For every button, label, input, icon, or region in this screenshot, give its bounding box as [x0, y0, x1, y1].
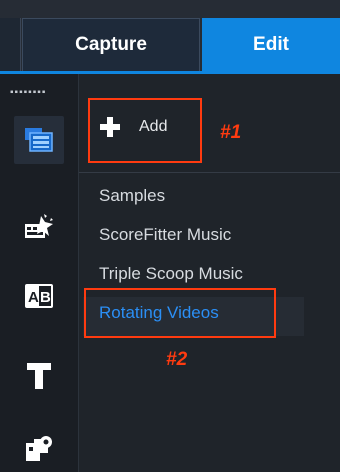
folder-item-scorefitter-music[interactable]: ScoreFitter Music — [79, 219, 340, 258]
tab-edit-label: Edit — [253, 33, 289, 55]
tab-previous-partial[interactable] — [0, 18, 21, 71]
transitions-icon — [25, 214, 53, 238]
svg-text:A: A — [28, 289, 39, 306]
drag-grip-icon[interactable]: ▪▪▪▪▪▪▪▪ — [10, 88, 46, 98]
folder-label: Triple Scoop Music — [99, 264, 243, 283]
media-library-button[interactable] — [14, 116, 64, 164]
titles-ab-icon: A B — [25, 284, 53, 308]
media-library-icon — [25, 128, 53, 152]
folder-label: ScoreFitter Music — [99, 225, 232, 244]
graphics-icon — [26, 436, 52, 461]
annotation-label-2: #2 — [166, 349, 188, 370]
graphics-button[interactable] — [14, 424, 64, 472]
folder-item-samples[interactable]: Samples — [79, 180, 340, 219]
tab-capture-label: Capture — [75, 34, 147, 55]
editor-window: Capture Edit ▪▪▪▪▪▪▪▪ A B Add Samples Sc… — [0, 0, 340, 472]
folder-label: Samples — [99, 186, 166, 205]
transitions-button[interactable] — [14, 202, 64, 250]
annotation-box-add — [88, 98, 202, 163]
annotation-label-1: #1 — [220, 122, 242, 143]
text-button[interactable] — [14, 352, 64, 400]
svg-text:B: B — [40, 289, 51, 306]
tab-edit[interactable]: Edit — [202, 18, 340, 71]
text-icon — [27, 363, 51, 389]
workspace-tab-bar: Capture Edit — [0, 0, 340, 72]
library-category-rail: ▪▪▪▪▪▪▪▪ A B — [0, 74, 79, 472]
titles-button[interactable]: A B — [14, 272, 64, 320]
tab-capture[interactable]: Capture — [22, 18, 200, 71]
annotation-box-rotating-videos — [84, 288, 276, 338]
